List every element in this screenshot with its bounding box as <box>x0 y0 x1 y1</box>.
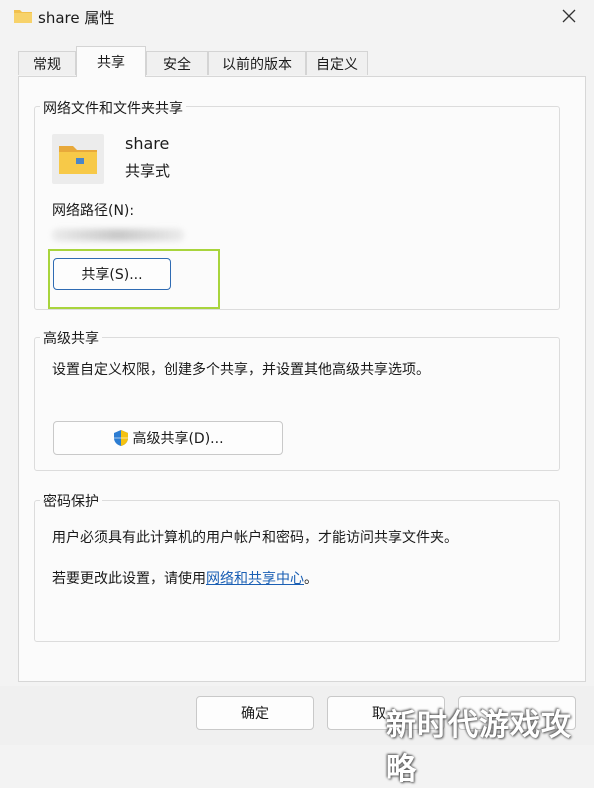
advanced-sharing-button[interactable]: 高级共享(D)... <box>53 421 283 455</box>
ok-button[interactable]: 确定 <box>196 696 314 730</box>
folder-name: share <box>125 134 170 153</box>
folder-icon <box>13 8 33 24</box>
shared-folder-icon <box>52 134 104 184</box>
network-path-label: 网络路径(N): <box>52 203 135 219</box>
advanced-sharing-button-label: 高级共享(D)... <box>132 431 224 447</box>
tab-security[interactable]: 安全 <box>146 51 208 75</box>
tab-sharing[interactable]: 共享 <box>76 46 146 77</box>
password-protection-title: 密码保护 <box>40 491 102 511</box>
network-sharing-center-link[interactable]: 网络和共享中心 <box>206 571 304 587</box>
share-status: 共享式 <box>125 162 171 180</box>
close-icon <box>562 9 576 23</box>
shield-icon <box>114 430 129 446</box>
watermark-text: 新时代游戏攻略 <box>386 708 572 787</box>
tab-customize[interactable]: 自定义 <box>306 51 368 75</box>
tab-previous-versions[interactable]: 以前的版本 <box>208 51 306 75</box>
tab-general[interactable]: 常规 <box>18 51 76 75</box>
close-button[interactable] <box>556 4 582 28</box>
title-bar: share 属性 <box>0 0 594 34</box>
advanced-sharing-description: 设置自定义权限，创建多个共享，并设置其他高级共享选项。 <box>52 362 430 378</box>
network-path-redacted <box>52 229 184 241</box>
change-setting-text: 若要更改此设置，请使用网络和共享中心。 <box>52 568 318 588</box>
window-title: share 属性 <box>38 9 115 27</box>
password-protection-description: 用户必须具有此计算机的用户帐户和密码，才能访问共享文件夹。 <box>52 530 458 546</box>
network-sharing-title: 网络文件和文件夹共享 <box>40 98 186 118</box>
change-setting-prefix: 若要更改此设置，请使用 <box>52 571 206 587</box>
change-setting-suffix: 。 <box>304 571 318 587</box>
tab-strip: 常规 共享 安全 以前的版本 自定义 <box>0 46 594 77</box>
share-button[interactable]: 共享(S)... <box>53 258 171 290</box>
advanced-sharing-title: 高级共享 <box>40 328 102 348</box>
